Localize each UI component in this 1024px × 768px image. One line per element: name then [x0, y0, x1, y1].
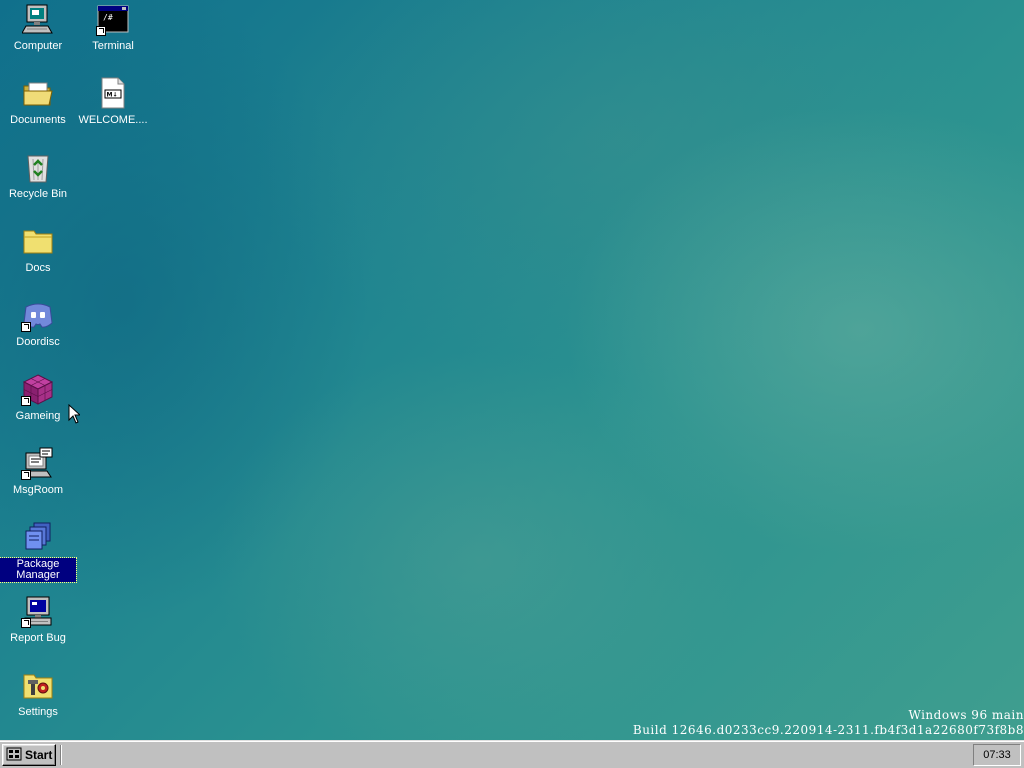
computer-icon — [21, 2, 55, 36]
system-tray-clock[interactable]: 07:33 — [973, 744, 1021, 766]
desktop-icon-documents[interactable]: Documents — [0, 76, 76, 127]
taskbar: Start 07:33 — [0, 740, 1024, 768]
desktop-icon-recycle-bin[interactable]: Recycle Bin — [0, 150, 76, 201]
desktop-icon-gameing[interactable]: Gameing — [0, 372, 76, 423]
package-icon — [21, 520, 55, 554]
start-logo-icon — [6, 747, 22, 764]
watermark-os-name: Windows 96 main — [908, 708, 1024, 722]
desktop-icon-label: Settings — [18, 706, 58, 718]
desktop-icon-label: Recycle Bin — [8, 188, 68, 200]
shortcut-arrow-icon — [21, 322, 31, 332]
desktop-icon-label: Gameing — [15, 410, 61, 422]
game-cube-icon — [21, 372, 55, 406]
desktop-icon-welcome[interactable]: M↓ WELCOME.... — [75, 76, 151, 127]
desktop-icon-label: WELCOME.... — [78, 114, 148, 126]
shortcut-arrow-icon — [21, 396, 31, 406]
shortcut-arrow-icon — [21, 618, 31, 628]
shortcut-arrow-icon — [96, 26, 106, 36]
desktop[interactable]: Computer /# Terminal Documents M↓ WELCOM… — [0, 0, 1024, 740]
mouse-cursor-icon — [68, 403, 82, 427]
desktop-icon-label: Package Manager — [0, 557, 77, 583]
desktop-icon-label: Docs — [25, 262, 51, 274]
desktop-icon-terminal[interactable]: /# Terminal — [75, 2, 151, 53]
watermark-build-string: Build 12646.d0233cc9.220914-2311.fb4f3d1… — [632, 723, 1024, 737]
open-folder-icon — [21, 76, 55, 110]
desktop-icon-label: Computer — [13, 40, 63, 52]
desktop-icon-settings[interactable]: Settings — [0, 668, 76, 719]
clock-text: 07:33 — [983, 749, 1011, 761]
desktop-icon-report-bug[interactable]: Report Bug — [0, 594, 76, 645]
desktop-icon-docs[interactable]: Docs — [0, 224, 76, 275]
shortcut-arrow-icon — [21, 470, 31, 480]
desktop-icon-label: Report Bug — [10, 632, 66, 644]
desktop-icon-computer[interactable]: Computer — [0, 2, 76, 53]
build-watermark: Windows 96 main Build 12646.d0233cc9.220… — [633, 708, 1024, 738]
desktop-icon-package-manager[interactable]: Package Manager — [0, 520, 77, 583]
terminal-icon: /# — [96, 2, 130, 36]
folder-icon — [21, 224, 55, 258]
report-bug-icon — [21, 594, 55, 628]
svg-text:M↓: M↓ — [107, 92, 118, 99]
settings-icon — [21, 668, 55, 702]
desktop-icon-doordisc[interactable]: Doordisc — [0, 298, 76, 349]
svg-text:/#: /# — [103, 13, 113, 22]
start-button[interactable]: Start — [2, 744, 56, 766]
desktop-icon-label: MsgRoom — [12, 484, 64, 496]
desktop-icon-label: Doordisc — [16, 336, 60, 348]
desktop-icon-msgroom[interactable]: MsgRoom — [0, 446, 76, 497]
desktop-icon-label: Documents — [10, 114, 66, 126]
start-label: Start — [25, 748, 53, 762]
desktop-icon-label: Terminal — [92, 40, 134, 52]
markdown-file-icon: M↓ — [96, 76, 130, 110]
recycle-bin-icon — [21, 150, 55, 184]
doordisc-icon — [21, 298, 55, 332]
taskbar-separator — [60, 745, 62, 765]
msgroom-icon — [21, 446, 55, 480]
